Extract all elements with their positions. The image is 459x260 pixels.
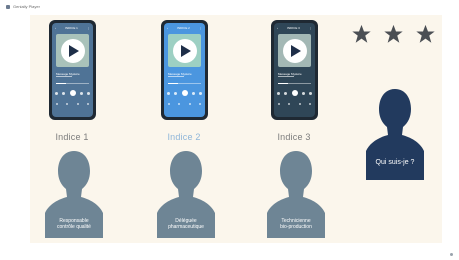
person-silhouette-2[interactable]: Déléguée pharmaceutique xyxy=(154,148,218,238)
playback-controls xyxy=(167,89,202,97)
back-icon[interactable]: ‹ xyxy=(277,26,278,30)
phone-header-title: INDICE 3 xyxy=(287,25,300,30)
phone-footer-icons xyxy=(168,103,201,105)
slide-canvas: ‹ INDICE 1 ⋮ Message Mystère Indice 1 ‹ … xyxy=(30,15,442,243)
person-role-1: Responsable contrôle qualité xyxy=(57,218,91,230)
app-logo-icon xyxy=(6,4,10,9)
app-title: Genially Player xyxy=(13,4,40,9)
track-subtitle-bar xyxy=(56,76,72,77)
phone-screen: ‹ INDICE 3 ⋮ Message Mystère xyxy=(274,23,315,117)
next-icon[interactable] xyxy=(301,91,305,95)
navigation-dot-icon[interactable] xyxy=(450,253,453,256)
back-icon[interactable]: ‹ xyxy=(55,26,56,30)
repeat-icon[interactable] xyxy=(199,91,202,95)
audio-artwork xyxy=(278,34,311,67)
next-icon[interactable] xyxy=(79,91,83,95)
top-bar: Genially Player xyxy=(0,0,459,13)
phone-header-title: INDICE 2 xyxy=(177,25,190,30)
play-icon[interactable] xyxy=(60,38,85,63)
shuffle-icon[interactable] xyxy=(55,91,58,95)
repeat-icon[interactable] xyxy=(87,91,90,95)
clue-phone-1[interactable]: ‹ INDICE 1 ⋮ Message Mystère xyxy=(49,20,96,120)
phone-header-title: INDICE 1 xyxy=(65,25,78,30)
shuffle-icon[interactable] xyxy=(167,91,170,95)
shuffle-icon[interactable] xyxy=(277,91,280,95)
clue-label-2: Indice 2 xyxy=(167,132,201,142)
phone-footer-icons xyxy=(56,103,89,105)
repeat-icon[interactable] xyxy=(309,91,312,95)
back-icon[interactable]: ‹ xyxy=(167,26,168,30)
pause-icon[interactable] xyxy=(181,90,188,96)
playback-controls xyxy=(277,89,312,97)
person-silhouette-3[interactable]: Technicienne bio-production xyxy=(264,148,328,238)
play-icon[interactable] xyxy=(172,38,197,63)
previous-icon[interactable] xyxy=(62,91,66,95)
pause-icon[interactable] xyxy=(291,90,298,96)
star-icon xyxy=(384,24,403,43)
clue-phone-3[interactable]: ‹ INDICE 3 ⋮ Message Mystère xyxy=(271,20,318,120)
previous-icon[interactable] xyxy=(284,91,288,95)
audio-artwork xyxy=(168,34,201,67)
person-silhouette-1[interactable]: Responsable contrôle qualité xyxy=(42,148,106,238)
mystery-person-silhouette[interactable]: Qui suis-je ? xyxy=(362,85,428,180)
seek-progress xyxy=(278,83,288,84)
clue-label-3: Indice 3 xyxy=(277,132,311,142)
star-icon xyxy=(352,24,371,43)
phone-screen: ‹ INDICE 2 ⋮ Message Mystère xyxy=(164,23,205,117)
audio-artwork xyxy=(56,34,89,67)
playback-controls xyxy=(55,89,90,97)
phone-header: ‹ INDICE 2 ⋮ xyxy=(164,23,205,32)
person-role-2: Déléguée pharmaceutique xyxy=(168,218,204,230)
phone-header: ‹ INDICE 1 ⋮ xyxy=(52,23,93,32)
clue-phone-2[interactable]: ‹ INDICE 2 ⋮ Message Mystère xyxy=(161,20,208,120)
phone-footer-icons xyxy=(278,103,311,105)
track-subtitle-bar xyxy=(168,76,184,77)
seek-progress xyxy=(56,83,66,84)
seek-progress xyxy=(168,83,178,84)
next-icon[interactable] xyxy=(191,91,195,95)
track-subtitle-bar xyxy=(278,76,294,77)
more-icon[interactable]: ⋮ xyxy=(309,26,312,30)
more-icon[interactable]: ⋮ xyxy=(87,26,90,30)
previous-icon[interactable] xyxy=(174,91,178,95)
person-role-3: Technicienne bio-production xyxy=(280,218,312,230)
phone-screen: ‹ INDICE 1 ⋮ Message Mystère xyxy=(52,23,93,117)
phone-header: ‹ INDICE 3 ⋮ xyxy=(274,23,315,32)
play-icon[interactable] xyxy=(282,38,307,63)
pause-icon[interactable] xyxy=(69,90,76,96)
mystery-question: Qui suis-je ? xyxy=(375,159,415,166)
star-icon xyxy=(416,24,435,43)
clue-label-1: Indice 1 xyxy=(55,132,89,142)
more-icon[interactable]: ⋮ xyxy=(199,26,202,30)
